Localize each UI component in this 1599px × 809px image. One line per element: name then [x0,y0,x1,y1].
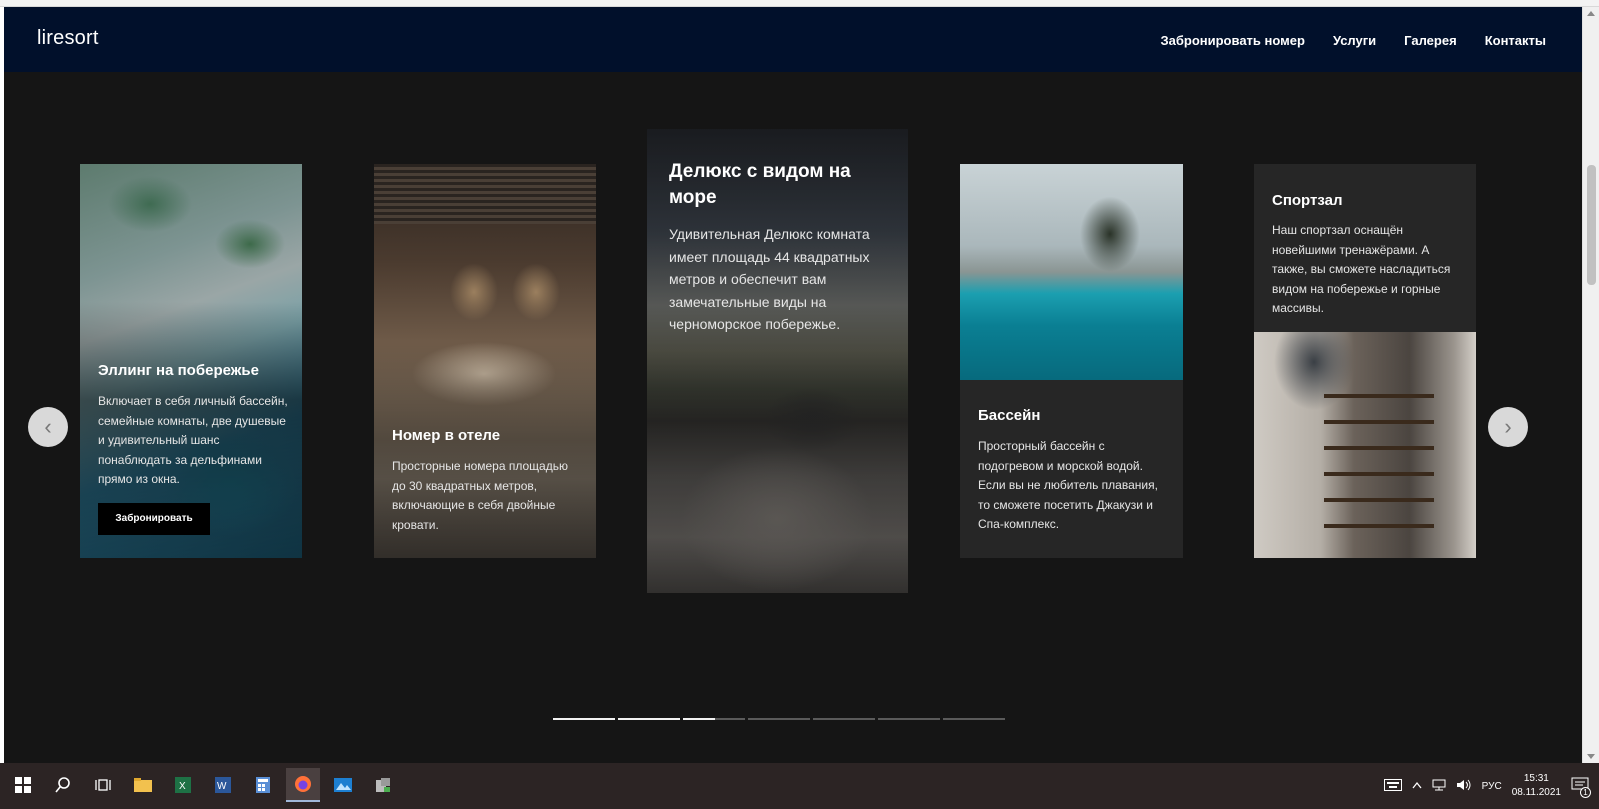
calculator-icon[interactable] [246,768,280,802]
card-gym[interactable]: Спортзал Наш спортзал оснащён новейшими … [1254,164,1476,558]
clock-time: 15:31 [1523,773,1549,784]
chevron-right-icon: › [1504,414,1512,439]
gym-photo [1254,332,1476,558]
carousel-next-button[interactable]: › [1488,407,1528,447]
book-button[interactable]: Забронировать [98,503,210,535]
system-tray: РУС 15:31 08.11.2021 1 [1383,763,1591,809]
clock-date: 08.11.2021 [1511,787,1561,798]
card-text: Наш спортзал оснащён новейшими тренажёра… [1272,223,1451,315]
page-viewport: liresort Забронировать номер Услуги Гале… [4,7,1582,763]
carousel-indicator[interactable] [618,718,680,720]
nav-link-gallery[interactable]: Галерея [1404,33,1457,48]
card-text: Включает в себя личный бассейн, семейные… [98,394,288,486]
card-title: Номер в отеле [392,427,501,444]
task-view-icon[interactable] [86,768,120,802]
search-icon[interactable] [46,768,80,802]
network-icon[interactable] [1432,779,1446,794]
browser-strip [0,0,1599,7]
photos-icon[interactable] [326,768,360,802]
scroll-down-icon[interactable] [1587,754,1595,759]
firefox-icon[interactable] [286,768,320,802]
card-title: Делюкс с видом на море [669,161,851,208]
card-title: Эллинг на побережье [98,362,259,379]
language-indicator[interactable]: РУС [1482,781,1502,792]
card-title: Спортзал [1272,192,1343,209]
navbar: liresort Забронировать номер Услуги Гале… [4,7,1582,72]
chevron-up-icon[interactable] [1412,781,1422,792]
carousel-indicator[interactable] [683,718,745,720]
nav-link-services[interactable]: Услуги [1333,33,1376,48]
clock[interactable]: 15:31 08.11.2021 [1512,772,1561,800]
excel-icon[interactable]: X [166,768,200,802]
card-text: Удивительная Делюкс комната имеет площад… [669,226,870,332]
card-text: Просторный бассейн с подогревом и морско… [978,439,1158,531]
pool-photo [960,164,1183,380]
carousel-indicator[interactable] [553,718,615,720]
svg-text:X: X [179,781,186,792]
carousel-indicators [553,718,1005,720]
notification-count: 1 [1580,786,1591,798]
card-hotel-room[interactable]: Номер в отеле Просторные номера площадью… [374,164,596,558]
card-coast-boathouse[interactable]: Эллинг на побережье Включает в себя личн… [80,164,302,558]
nav-links: Забронировать номер Услуги Галерея Конта… [1160,33,1546,48]
windows-taskbar: X W РУС 15:31 08.11.2021 1 [0,763,1599,809]
carousel-indicator[interactable] [878,718,940,720]
card-text: Просторные номера площадью до 30 квадрат… [392,459,568,532]
card-deluxe-sea-view[interactable]: Делюкс с видом на море Удивительная Делю… [647,129,908,593]
carousel-indicator[interactable] [943,718,1005,720]
scrollbar-thumb[interactable] [1587,165,1596,285]
brand-logo[interactable]: liresort [37,27,99,50]
page-scrollbar[interactable] [1582,7,1599,763]
svg-text:W: W [217,781,227,792]
chevron-left-icon: ‹ [44,414,52,439]
installer-icon[interactable] [366,768,400,802]
carousel-indicator[interactable] [813,718,875,720]
word-icon[interactable]: W [206,768,240,802]
nav-link-contacts[interactable]: Контакты [1485,33,1546,48]
notification-icon[interactable]: 1 [1571,777,1591,798]
card-title: Бассейн [978,407,1041,424]
volume-icon[interactable] [1456,779,1472,794]
card-pool[interactable]: Бассейн Просторный бассейн с подогревом … [960,164,1183,558]
windows-start-icon[interactable] [6,768,40,802]
carousel-prev-button[interactable]: ‹ [28,407,68,447]
file-explorer-icon[interactable] [126,768,160,802]
carousel-indicator[interactable] [748,718,810,720]
nav-link-booking[interactable]: Забронировать номер [1160,33,1304,48]
keyboard-icon[interactable] [1383,778,1402,794]
scroll-up-icon[interactable] [1587,11,1595,16]
